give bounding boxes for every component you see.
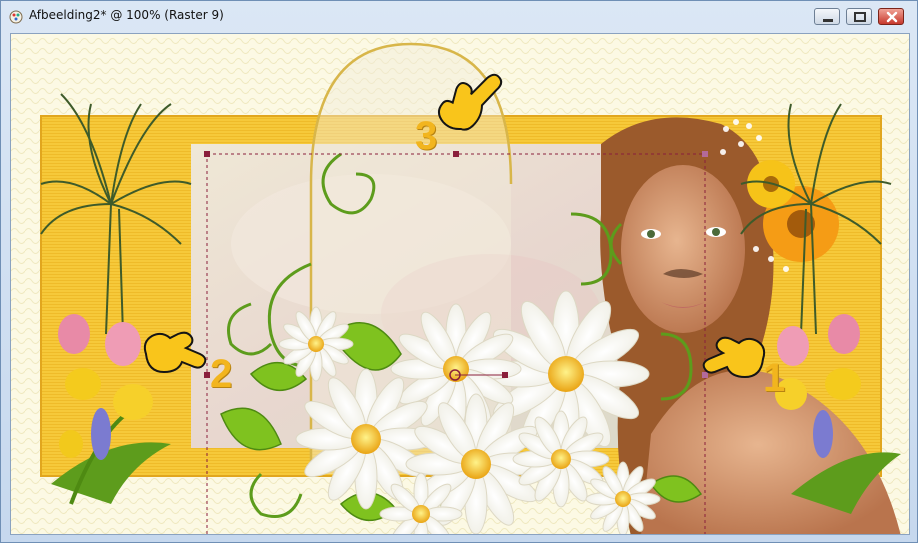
artwork — [11, 34, 909, 534]
close-icon — [886, 11, 898, 23]
marker-1: 1 — [763, 356, 786, 400]
minimize-icon — [823, 19, 833, 22]
marker-3: 3 — [415, 114, 438, 158]
restore-icon — [854, 12, 866, 22]
image-canvas[interactable]: 3 2 1 — [10, 33, 910, 535]
restore-button[interactable] — [846, 8, 872, 25]
marker-2: 2 — [210, 352, 233, 396]
app-icon — [9, 9, 23, 24]
minimize-button[interactable] — [814, 8, 840, 25]
selection-handle-right — [702, 372, 708, 378]
selection-handle-top — [453, 151, 459, 157]
image-window: Afbeelding2* @ 100% (Raster 9) 3 2 1 — [0, 0, 918, 543]
title-bar[interactable]: Afbeelding2* @ 100% (Raster 9) — [1, 1, 917, 31]
selection-handle-top-left — [204, 151, 210, 157]
selection-handle-top-right — [702, 151, 708, 157]
window-title: Afbeelding2* @ 100% (Raster 9) — [29, 8, 224, 22]
rotation-handle — [502, 372, 508, 378]
close-button[interactable] — [878, 8, 904, 25]
